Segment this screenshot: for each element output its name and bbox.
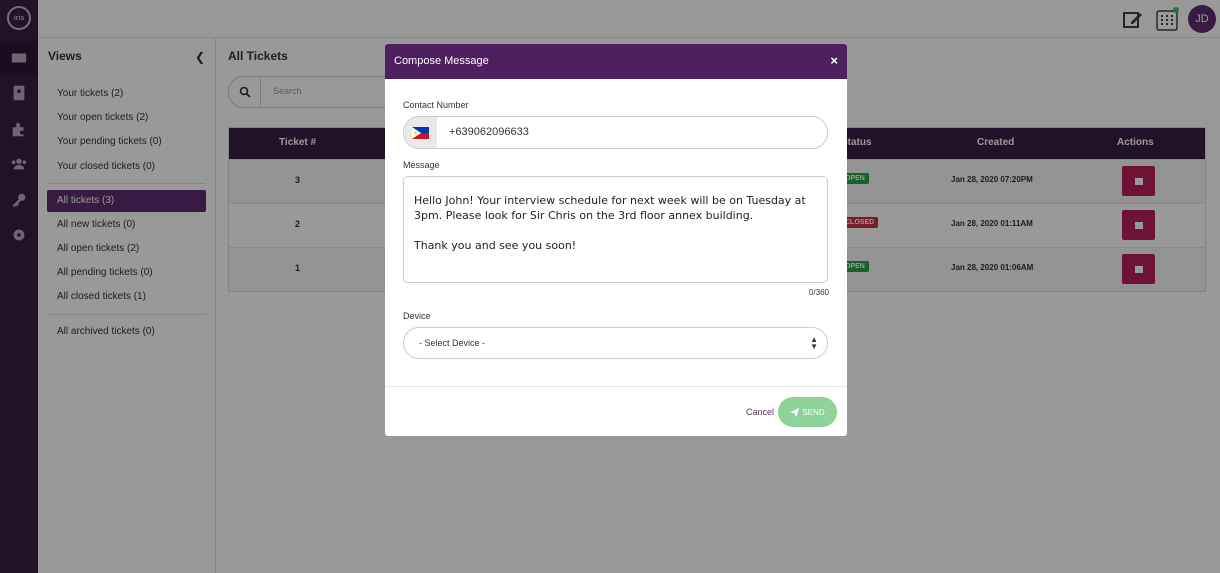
device-select[interactable]: - Select Device - ▲ ▼ (403, 327, 828, 359)
message-label: Message (403, 160, 440, 170)
country-flag-selector[interactable] (404, 117, 437, 148)
character-counter: 0/360 (808, 288, 829, 297)
modal-title: Compose Message (394, 55, 489, 67)
cancel-button[interactable]: Cancel (746, 407, 774, 417)
modal-footer: Cancel SEND (385, 386, 847, 436)
device-label: Device (403, 311, 431, 321)
select-caret-icon: ▲ ▼ (810, 335, 818, 351)
close-icon[interactable]: × (830, 53, 838, 68)
message-textarea[interactable]: Hello John! Your interview schedule for … (403, 176, 828, 283)
contact-number-field[interactable]: +639062096633 (403, 116, 828, 149)
contact-number-input[interactable]: +639062096633 (449, 126, 529, 138)
device-select-value: - Select Device - (419, 338, 486, 348)
modal-header: Compose Message × (385, 44, 847, 79)
compose-message-modal: Compose Message × Contact Number +639062… (385, 44, 847, 436)
send-label: SEND (802, 407, 825, 417)
contact-number-label: Contact Number (403, 100, 469, 110)
paper-plane-icon (790, 407, 800, 417)
send-button[interactable]: SEND (778, 397, 837, 427)
philippines-flag-icon (412, 126, 429, 139)
